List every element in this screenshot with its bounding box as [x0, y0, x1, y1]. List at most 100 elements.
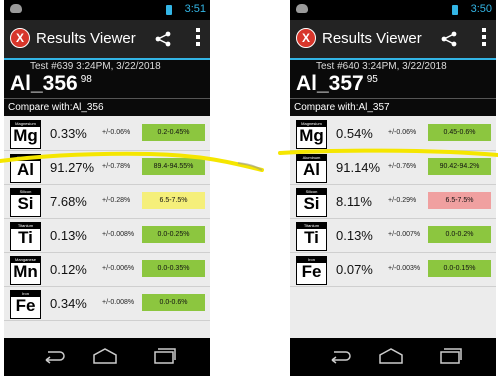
match-score: 98: [80, 74, 92, 85]
battery-icon: [452, 5, 458, 15]
status-clock: 3:51: [184, 3, 206, 15]
element-range-badge: 90.42-94.2%: [428, 158, 491, 175]
element-list: Magnesium Mg 0.33% +/-0.06% 0.2-0.45% Aluminu…: [4, 117, 210, 321]
element-error: +/-0.008%: [102, 231, 135, 238]
element-percent: 0.12%: [50, 262, 87, 277]
element-percent: 0.13%: [336, 228, 373, 243]
element-percent: 91.27%: [50, 160, 95, 175]
element-tile: Manganese Mn: [10, 256, 41, 285]
recent-apps-icon[interactable]: [154, 348, 176, 369]
nav-bar: [290, 338, 496, 376]
test-info: Test #640 3:24PM, 3/22/2018: [316, 61, 447, 72]
element-tile: Silicon Si: [10, 188, 41, 217]
element-symbol: Ti: [18, 228, 33, 247]
element-range-badge: 0.2-0.45%: [142, 124, 205, 141]
result-header: Test #640 3:24PM, 3/22/2018 Al_357 95 Com…: [290, 60, 496, 116]
overflow-menu-icon[interactable]: [196, 28, 200, 48]
recent-apps-icon[interactable]: [440, 348, 462, 369]
element-symbol: Mg: [13, 126, 38, 145]
phone-screen-right: 3:50 X Results Viewer Test #640 3:24PM, …: [290, 0, 496, 376]
status-clock: 3:50: [470, 3, 492, 15]
element-row[interactable]: Iron Fe 0.07% +/-0.003% 0.0-0.15%: [290, 253, 496, 287]
nav-bar: [4, 338, 210, 376]
element-range-badge: 89.4-94.55%: [142, 158, 205, 175]
share-icon[interactable]: [154, 30, 172, 53]
element-range-badge: 6.5-7.5%: [428, 192, 491, 209]
element-percent: 7.68%: [50, 194, 87, 209]
element-symbol: Si: [17, 194, 34, 213]
app-title: Results Viewer: [322, 30, 422, 47]
element-percent: 0.07%: [336, 262, 373, 277]
result-header: Test #639 3:24PM, 3/22/2018 Al_356 98 Com…: [4, 60, 210, 116]
home-icon[interactable]: [378, 348, 404, 369]
action-bar: X Results Viewer: [4, 20, 210, 60]
alloy-match: Al_357 95: [296, 72, 378, 96]
element-row[interactable]: Silicon Si 8.11% +/-0.29% 6.5-7.5%: [290, 185, 496, 219]
element-tile: Magnesium Mg: [10, 120, 41, 149]
element-row[interactable]: Manganese Mn 0.12% +/-0.006% 0.0-0.35%: [4, 253, 210, 287]
home-icon[interactable]: [92, 348, 118, 369]
element-symbol: Fe: [15, 296, 36, 315]
element-range-badge: 0.0-0.15%: [428, 260, 491, 277]
app-logo-icon[interactable]: X: [10, 28, 30, 48]
compare-with-label[interactable]: Compare with:Al_356: [4, 98, 210, 116]
element-tile: Silicon Si: [296, 188, 327, 217]
element-percent: 91.14%: [336, 160, 381, 175]
element-list: Magnesium Mg 0.54% +/-0.06% 0.45-0.6% Aluminu…: [290, 117, 496, 287]
element-range-badge: 0.0-0.25%: [142, 226, 205, 243]
element-error: +/-0.76%: [388, 163, 417, 170]
match-score: 95: [366, 74, 378, 85]
alloy-name: Al_356: [10, 72, 78, 95]
element-percent: 0.33%: [50, 126, 87, 141]
element-tile: Aluminum Al: [296, 154, 327, 183]
element-symbol: Mg: [299, 126, 324, 145]
element-error: +/-0.003%: [388, 265, 421, 272]
element-percent: 8.11%: [336, 194, 372, 209]
share-icon[interactable]: [440, 30, 458, 53]
status-bar: 3:51: [4, 0, 210, 20]
app-logo-icon[interactable]: X: [296, 28, 316, 48]
element-range-badge: 6.5-7.5%: [142, 192, 205, 209]
element-error: +/-0.06%: [102, 129, 131, 136]
element-error: +/-0.78%: [102, 163, 131, 170]
element-row[interactable]: Aluminum Al 91.27% +/-0.78% 89.4-94.55%: [4, 151, 210, 185]
element-tile: Aluminum Al: [10, 154, 41, 183]
element-row[interactable]: Magnesium Mg 0.54% +/-0.06% 0.45-0.6%: [290, 117, 496, 151]
element-symbol: Al: [17, 160, 34, 179]
element-error: +/-0.008%: [102, 299, 135, 306]
element-range-badge: 0.45-0.6%: [428, 124, 491, 141]
notification-icon: [296, 4, 308, 13]
element-error: +/-0.28%: [102, 197, 131, 204]
element-tile: Titanium Ti: [10, 222, 41, 251]
element-row[interactable]: Titanium Ti 0.13% +/-0.008% 0.0-0.25%: [4, 219, 210, 253]
overflow-menu-icon[interactable]: [482, 28, 486, 48]
element-error: +/-0.29%: [388, 197, 417, 204]
compare-with-label[interactable]: Compare with:Al_357: [290, 98, 496, 116]
status-bar: 3:50: [290, 0, 496, 20]
element-row[interactable]: Iron Fe 0.34% +/-0.008% 0.0-0.6%: [4, 287, 210, 321]
element-row[interactable]: Titanium Ti 0.13% +/-0.007% 0.0-0.2%: [290, 219, 496, 253]
element-range-badge: 0.0-0.6%: [142, 294, 205, 311]
battery-icon: [166, 5, 172, 15]
element-error: +/-0.06%: [388, 129, 417, 136]
element-tile: Iron Fe: [10, 290, 41, 319]
element-percent: 0.54%: [336, 126, 373, 141]
alloy-name: Al_357: [296, 72, 364, 95]
back-icon[interactable]: [42, 348, 66, 369]
element-range-badge: 0.0-0.2%: [428, 226, 491, 243]
element-row[interactable]: Silicon Si 7.68% +/-0.28% 6.5-7.5%: [4, 185, 210, 219]
element-symbol: Fe: [301, 262, 322, 281]
element-symbol: Si: [303, 194, 320, 213]
element-row[interactable]: Aluminum Al 91.14% +/-0.76% 90.42-94.2%: [290, 151, 496, 185]
back-icon[interactable]: [328, 348, 352, 369]
test-info: Test #639 3:24PM, 3/22/2018: [30, 61, 161, 72]
element-symbol: Mn: [13, 262, 38, 281]
notification-icon: [10, 4, 22, 13]
element-error: +/-0.007%: [388, 231, 421, 238]
element-tile: Magnesium Mg: [296, 120, 327, 149]
action-bar: X Results Viewer: [290, 20, 496, 60]
element-percent: 0.34%: [50, 296, 87, 311]
app-title: Results Viewer: [36, 30, 136, 47]
element-row[interactable]: Magnesium Mg 0.33% +/-0.06% 0.2-0.45%: [4, 117, 210, 151]
element-error: +/-0.006%: [102, 265, 135, 272]
